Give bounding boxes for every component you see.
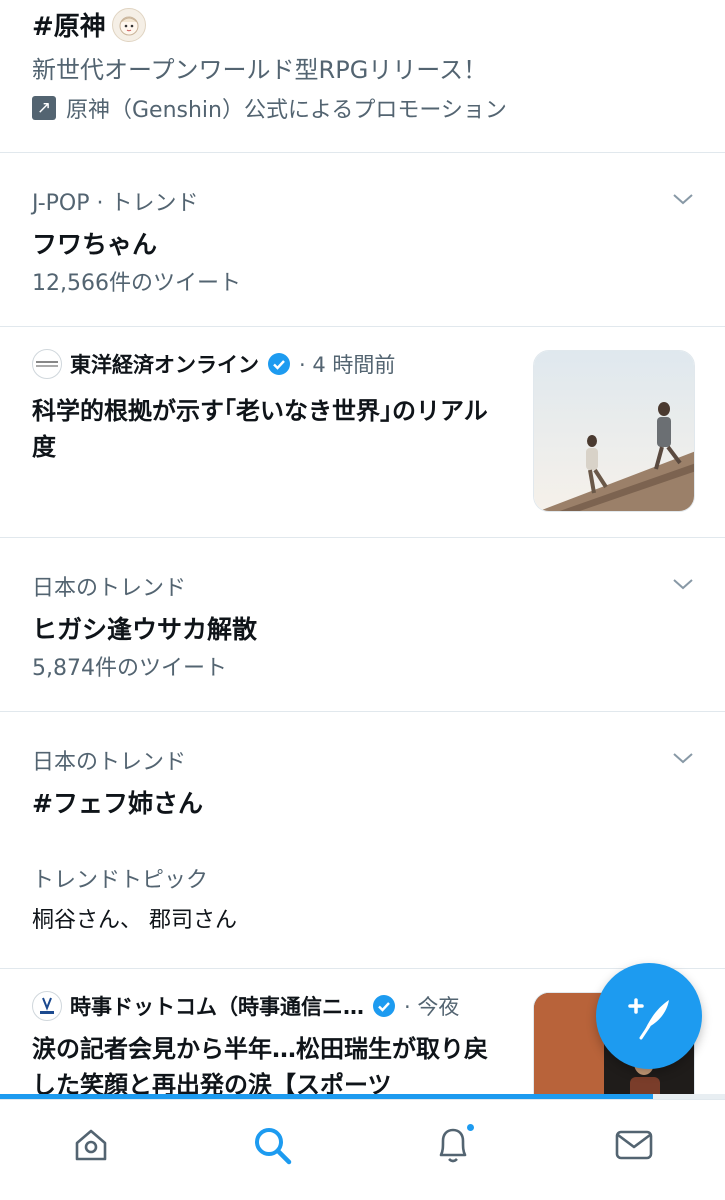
news-source-name: 時事ドットコム（時事通信ニ… xyxy=(70,995,364,1019)
trend-topic-label: トレンドトピック xyxy=(32,868,209,893)
trend-name: #フェフ姉さん xyxy=(32,789,203,818)
trend-item[interactable]: J-POP · トレンド フワちゃん 12,566件のツイート xyxy=(0,153,725,327)
tab-home[interactable] xyxy=(46,1120,136,1170)
home-icon xyxy=(75,1129,106,1161)
source-logo-icon xyxy=(32,349,62,379)
tab-messages[interactable] xyxy=(589,1120,679,1170)
messages-icon xyxy=(616,1130,653,1160)
promo-description: 新世代オープンワールド型RPGリリース！ xyxy=(32,56,488,84)
bottom-tab-bar xyxy=(0,1099,725,1200)
trend-topic-items[interactable]: 桐谷さん、 郡司さん xyxy=(32,902,237,934)
trend-meta: 日本のトレンド xyxy=(32,576,187,601)
source-logo-icon xyxy=(32,991,62,1021)
promoted-trend[interactable]: #原神 新世代オープンワールド型RPGリリース！ ↗ 原神（Genshin）公式… xyxy=(0,0,725,153)
promoted-arrow-icon: ↗ xyxy=(32,96,56,120)
news-headline: 科学的根拠が示す｢老いなき世界｣のリアル度 xyxy=(32,397,488,461)
verified-badge-icon xyxy=(268,353,290,375)
compose-tweet-button[interactable] xyxy=(596,963,702,1069)
trend-item[interactable]: 日本のトレンド ヒガシ逢ウサカ解散 5,874件のツイート xyxy=(0,538,725,712)
trend-name: フワちゃん xyxy=(32,230,158,259)
trend-item[interactable]: 日本のトレンド #フェフ姉さん トレンドトピック 桐谷さん、 郡司さん xyxy=(0,712,725,969)
news-time: · 4 時間前 xyxy=(299,353,396,377)
promo-title: #原神 xyxy=(32,12,106,42)
chevron-down-icon[interactable] xyxy=(671,187,695,211)
trend-name: ヒガシ逢ウサカ解散 xyxy=(32,615,258,644)
promoted-by-row: ↗ 原神（Genshin）公式によるプロモーション xyxy=(32,92,507,124)
promoted-by-label: 原神（Genshin）公式によるプロモーション xyxy=(66,98,507,123)
news-headline: 涙の記者会見から半年…松田瑞生が取り戻した笑顔と再出発の涙【スポーツ xyxy=(32,1035,488,1099)
character-emoji-icon xyxy=(111,7,146,42)
chevron-down-icon[interactable] xyxy=(671,746,695,770)
compose-feather-icon xyxy=(628,998,669,1040)
news-source-name: 東洋経済オンライン xyxy=(70,353,259,377)
trend-count: 12,566件のツイート xyxy=(32,271,241,296)
news-thumbnail-image xyxy=(533,350,695,512)
verified-badge-icon xyxy=(373,995,395,1017)
news-item[interactable]: 東洋経済オンライン · 4 時間前 科学的根拠が示す｢老いなき世界｣のリアル度 xyxy=(0,327,725,538)
trend-meta: 日本のトレンド xyxy=(32,750,187,775)
news-time: · 今夜 xyxy=(404,995,460,1019)
search-icon xyxy=(254,1128,292,1165)
tab-search[interactable] xyxy=(227,1120,317,1170)
tab-notifications[interactable] xyxy=(408,1120,498,1170)
notification-badge-dot xyxy=(465,1122,477,1133)
trend-count: 5,874件のツイート xyxy=(32,656,227,681)
trend-meta: J-POP · トレンド xyxy=(32,191,199,216)
chevron-down-icon[interactable] xyxy=(671,572,695,596)
explore-screen: #原神 新世代オープンワールド型RPGリリース！ ↗ 原神（Genshin）公式… xyxy=(0,0,725,1200)
promo-title-row: #原神 xyxy=(32,6,146,43)
news-source-row: 東洋経済オンライン · 4 時間前 xyxy=(32,349,395,379)
news-source-row: 時事ドットコム（時事通信ニ… · 今夜 xyxy=(32,991,459,1021)
